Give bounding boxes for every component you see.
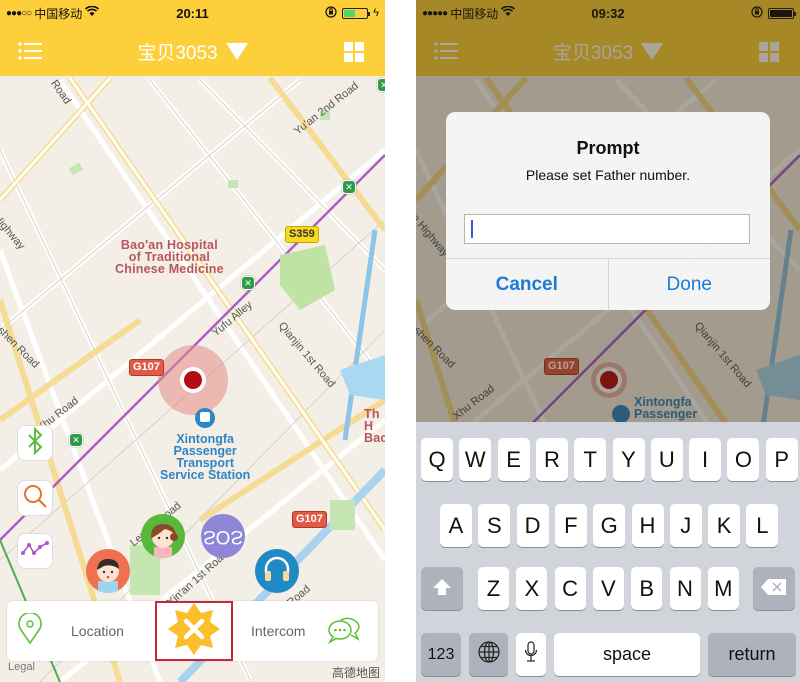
orientation-lock-icon: [325, 5, 337, 21]
charging-icon: ϟ: [373, 7, 379, 19]
map-provider-logo: 高德地图: [331, 666, 380, 680]
shift-key[interactable]: [421, 567, 463, 610]
location-button[interactable]: Location: [7, 601, 155, 661]
key-g[interactable]: G: [593, 504, 626, 547]
key-j[interactable]: J: [669, 504, 702, 547]
key-b[interactable]: B: [631, 567, 663, 610]
key-x[interactable]: X: [516, 567, 548, 610]
microphone-icon: [524, 640, 538, 670]
road-shield-s359: S359: [285, 226, 319, 243]
father-number-input[interactable]: [464, 214, 750, 244]
nav-bar: 宝贝3053: [0, 26, 385, 76]
wifi-icon: [85, 5, 100, 20]
globe-icon: [477, 640, 501, 670]
prompt-dialog: Prompt Please set Father number. Cancel …: [446, 112, 770, 310]
key-i[interactable]: I: [689, 438, 722, 481]
key-a[interactable]: A: [440, 504, 472, 547]
chat-bubbles-icon: [327, 614, 361, 649]
metro-icon: ✕: [342, 180, 356, 194]
key-y[interactable]: Y: [612, 438, 645, 481]
battery-indicator: [342, 7, 371, 19]
dialog-message: Please set Father number.: [525, 167, 691, 183]
key-d[interactable]: D: [516, 504, 549, 547]
numbers-key[interactable]: 123: [421, 633, 461, 676]
location-marker: [184, 371, 202, 389]
poi-station[interactable]: Xintongfa Passenger Transport Service St…: [160, 433, 250, 482]
girl-avatar[interactable]: [141, 514, 185, 558]
carrier-name: 中国移动: [34, 6, 83, 21]
key-n[interactable]: N: [669, 567, 701, 610]
key-r[interactable]: R: [535, 438, 568, 481]
key-p[interactable]: P: [765, 438, 798, 481]
dialog-title: Prompt: [576, 138, 640, 158]
bluetooth-icon: [26, 426, 44, 460]
backspace-icon: [760, 576, 788, 602]
close-menu-button[interactable]: [155, 601, 233, 661]
status-time: 20:11: [176, 5, 209, 21]
headphones-icon: [262, 555, 292, 588]
key-o[interactable]: O: [727, 438, 760, 481]
list-icon[interactable]: [18, 41, 42, 61]
key-z[interactable]: Z: [478, 567, 509, 610]
triangle-down-icon: [225, 42, 248, 60]
key-u[interactable]: U: [650, 438, 683, 481]
metro-icon: ✕: [69, 433, 83, 447]
globe-key[interactable]: [469, 633, 508, 676]
sos-label: SOS: [202, 526, 244, 547]
close-badge-icon: [166, 601, 222, 662]
signal-strength: ●●●○○: [6, 7, 32, 19]
boy-avatar[interactable]: [86, 549, 130, 593]
device-selector[interactable]: 宝贝3053: [137, 38, 248, 65]
key-q[interactable]: Q: [421, 438, 453, 481]
location-pin-icon: [17, 611, 43, 650]
status-bar: ●●●○○ 中国移动 20:11 ϟ: [0, 0, 385, 26]
poi-hospital[interactable]: Bao'an Hospital of Traditional Chinese M…: [115, 239, 224, 276]
screen-set-number-prompt: Anshen Road Qianjin 1st Road Xhu Road n …: [416, 0, 800, 682]
bottom-action-bar: Location Intercom: [7, 601, 378, 661]
map-view[interactable]: Road Yu'an 2nd Road Highway Anshen Road …: [0, 0, 385, 682]
location-label: Location: [71, 623, 124, 639]
key-s[interactable]: S: [478, 504, 511, 547]
screen-map-home: Road Yu'an 2nd Road Highway Anshen Road …: [0, 0, 385, 682]
key-l[interactable]: L: [746, 504, 779, 547]
road-shield-g107: G107: [129, 359, 164, 376]
sos-button[interactable]: SOS: [201, 514, 245, 558]
metro-icon: ✕: [241, 276, 255, 290]
key-v[interactable]: V: [592, 567, 624, 610]
road-shield-g107: G107: [292, 511, 327, 528]
shift-icon: [432, 576, 452, 602]
text-cursor: [471, 220, 473, 238]
microphone-key[interactable]: [516, 633, 546, 676]
space-key[interactable]: space: [554, 633, 700, 676]
done-button[interactable]: Done: [609, 259, 771, 310]
metro-icon: ✕: [377, 78, 385, 92]
key-k[interactable]: K: [708, 504, 741, 547]
device-name: 宝贝3053: [137, 42, 218, 64]
key-f[interactable]: F: [554, 504, 587, 547]
delete-key[interactable]: [753, 567, 795, 610]
listen-button[interactable]: [255, 549, 299, 593]
keyboard: 123 space return QWERTYUIOP ASDFGHJKL ZXCV…: [416, 422, 800, 682]
map-legal-link[interactable]: Legal: [8, 661, 35, 673]
bluetooth-button[interactable]: [17, 425, 53, 461]
intercom-button[interactable]: Intercom: [233, 601, 378, 661]
key-e[interactable]: E: [497, 438, 530, 481]
search-button[interactable]: [17, 480, 53, 516]
key-c[interactable]: C: [554, 567, 586, 610]
key-h[interactable]: H: [631, 504, 664, 547]
key-w[interactable]: W: [459, 438, 492, 481]
key-m[interactable]: M: [707, 567, 739, 610]
search-icon: [22, 483, 48, 514]
intercom-label: Intercom: [251, 623, 306, 639]
track-icon: [21, 539, 49, 564]
grid-icon[interactable]: [343, 41, 367, 62]
poi-cut-off: Th H Bac: [364, 407, 385, 445]
cancel-button[interactable]: Cancel: [446, 259, 609, 310]
return-key[interactable]: return: [708, 633, 796, 676]
track-button[interactable]: [17, 533, 53, 569]
key-t[interactable]: T: [574, 438, 607, 481]
